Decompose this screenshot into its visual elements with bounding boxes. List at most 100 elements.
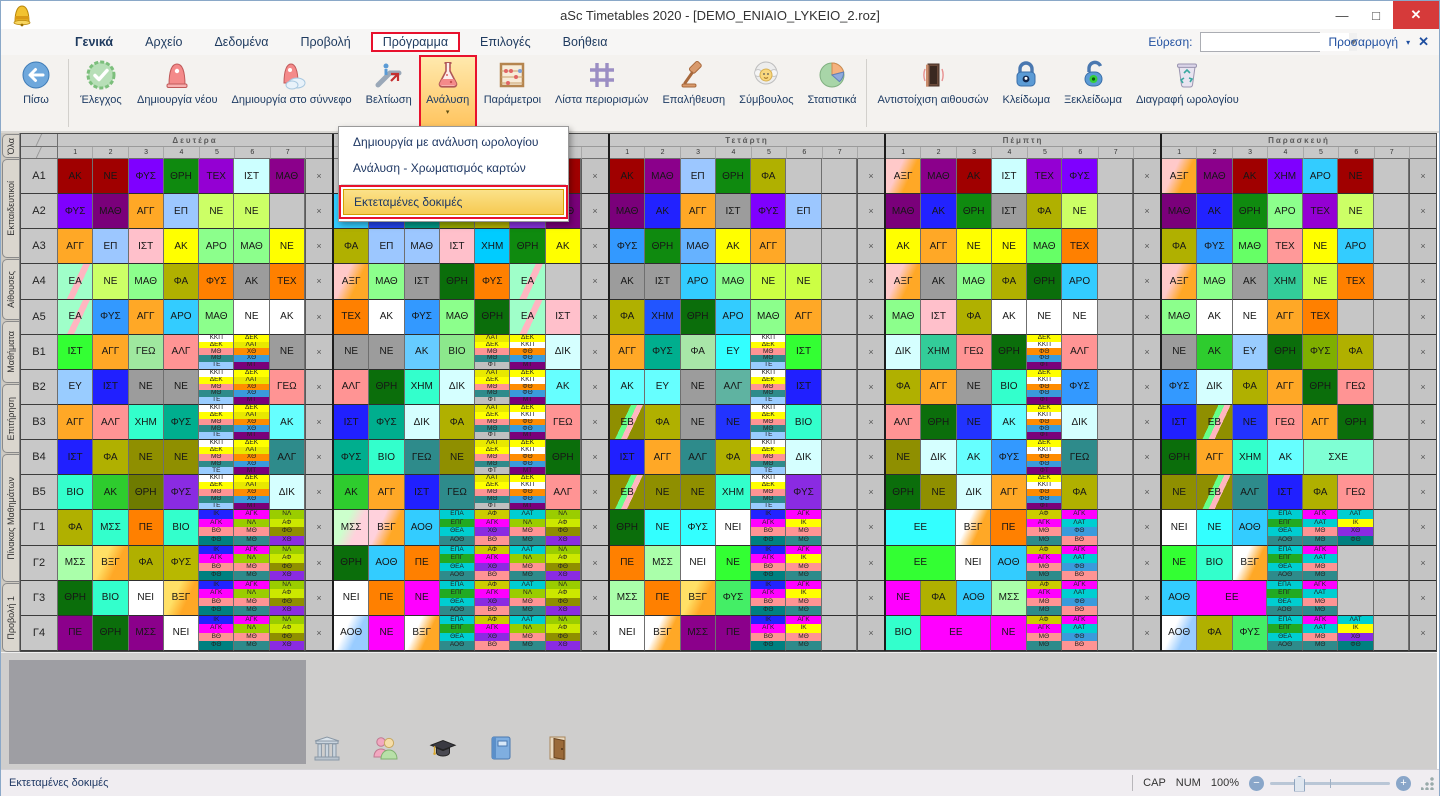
timetable-cell[interactable]: ΑΓΚΝΛΜΘΜΘ xyxy=(234,581,269,616)
ribbon-button-lock[interactable]: Κλείδωμα xyxy=(996,55,1058,131)
timetable-cell[interactable]: ΜΣΣ xyxy=(610,581,645,616)
timetable-cell[interactable] xyxy=(1374,159,1409,194)
timetable-cell[interactable]: ΦΥΣ xyxy=(405,300,440,335)
timetable-cell[interactable]: ΠΕ xyxy=(369,581,404,616)
timetable-cell[interactable]: ΙΚΑΓΚΒΘΦΘ xyxy=(751,581,786,616)
timetable-cell[interactable]: ΘΡΗ xyxy=(58,581,93,616)
timetable-cell[interactable] xyxy=(822,546,857,581)
timetable-cell[interactable]: ΦΑ xyxy=(129,546,164,581)
timetable-cell[interactable]: ΦΑ xyxy=(1233,370,1268,405)
timetable-cell[interactable]: ΧΗΜ xyxy=(129,405,164,440)
ribbon-button-verification[interactable]: Επαλήθευση xyxy=(655,55,732,131)
timetable-cell[interactable]: ΑΡΟ xyxy=(1338,229,1373,264)
timetable-cell[interactable]: ΘΡΗ xyxy=(1027,264,1062,299)
timetable-cell[interactable]: ΑΛΓ xyxy=(716,370,751,405)
timetable-cell[interactable]: ΑΛΓ xyxy=(546,475,581,510)
timetable-cell[interactable] xyxy=(1338,581,1373,616)
timetable-cell[interactable]: ΜΣΣ xyxy=(645,546,680,581)
timetable-cell[interactable]: ΝΕ xyxy=(1303,264,1338,299)
timetable-cell[interactable]: ΛΑΤΙΚΧΘΦΘ xyxy=(1338,616,1373,651)
timetable-cell[interactable]: ΑΓΓ xyxy=(129,194,164,229)
timetable-cell[interactable]: ΑΓΓ xyxy=(1197,440,1232,475)
timetable-cell[interactable]: ΙΚΑΓΚΒΘΦΘ xyxy=(199,546,234,581)
timetable-cell[interactable]: ΝΕΙ xyxy=(1162,510,1197,545)
timetable-cell[interactable]: ΝΕ xyxy=(405,581,440,616)
timetable-cell[interactable]: ΤΕΧ xyxy=(1062,229,1097,264)
timetable-cell[interactable]: ΝΕ xyxy=(1162,546,1197,581)
timetable-cell[interactable]: ΦΑ xyxy=(645,405,680,440)
timetable-cell[interactable]: ΝΕ xyxy=(921,475,956,510)
timetable-cell[interactable]: ΛΑΤΝΛΜΘΜΘ xyxy=(510,546,545,581)
timetable-cell[interactable]: ΔΙΚ xyxy=(886,335,921,370)
timetable-cell[interactable]: ΔΕΚΛΑΤΧΘΧΘΜΤ xyxy=(234,335,269,370)
side-tab-2[interactable]: Εκπαιδευτικοί xyxy=(2,159,19,258)
customize-caret-icon[interactable]: ▾ xyxy=(1406,38,1410,47)
timetable-cell[interactable]: ΦΥΣ xyxy=(751,194,786,229)
timetable-cell[interactable]: ΦΥΣ xyxy=(610,229,645,264)
timetable-cell[interactable] xyxy=(822,370,857,405)
timetable-cell[interactable]: ΑΚ xyxy=(610,264,645,299)
timetable-cell[interactable]: ΝΛΑΦΦΘΧΘ xyxy=(270,546,305,581)
timetable-cell[interactable]: ΕΠΑΕΠΓΘΕΑΑΟΘ xyxy=(440,581,475,616)
timetable-cell[interactable]: ΒΙΟ xyxy=(93,581,128,616)
clear-day-cell[interactable]: × xyxy=(1133,510,1160,545)
ribbon-button-constraints-list[interactable]: Λίστα περιορισμών xyxy=(548,55,655,131)
timetable-cell[interactable]: ΚΚΠΔΕΚΜΘΜΘΤΕ xyxy=(199,370,234,405)
clear-day-cell[interactable]: × xyxy=(581,510,608,545)
timetable-cell[interactable]: ΧΗΜ xyxy=(1268,159,1303,194)
menu-item-extended-tests[interactable]: Εκτεταμένες δοκιμές xyxy=(343,189,564,215)
timetable-cell[interactable]: ΠΕ xyxy=(991,510,1026,545)
timetable-cell[interactable]: ΦΥΣ xyxy=(164,475,199,510)
timetable-cell[interactable]: ΙΣΤ xyxy=(234,159,269,194)
timetable-cell[interactable]: ΑΦΑΓΚΜΘΜΘ xyxy=(1027,581,1062,616)
timetable-cell[interactable]: ΓΕΩ xyxy=(270,370,305,405)
timetable-cell[interactable]: ΙΣΤ xyxy=(405,475,440,510)
timetable-cell[interactable]: ΔΕΚΚΚΠΦΘΦΘΦΤ xyxy=(1027,440,1062,475)
timetable-cell[interactable]: ΝΕ xyxy=(681,405,716,440)
timetable-cell[interactable]: ΝΛΑΦΦΘΧΘ xyxy=(546,616,581,651)
clear-day-cell[interactable]: × xyxy=(1409,581,1436,616)
timetable-cell[interactable]: ΒΞΓ xyxy=(681,581,716,616)
timetable-cell[interactable]: ΑΓΚΛΑΤΜΘΜΘ xyxy=(1303,510,1338,545)
timetable-cell[interactable]: ΝΛΑΦΦΘΧΘ xyxy=(270,510,305,545)
timetable-cell[interactable]: ΝΕ xyxy=(681,370,716,405)
clear-day-cell[interactable]: × xyxy=(1133,405,1160,440)
clear-day-cell[interactable]: × xyxy=(1409,335,1436,370)
timetable-cell[interactable]: ΑΚ xyxy=(334,475,369,510)
timetable-cell[interactable]: ΚΚΠΔΕΚΜΘΜΘΤΕ xyxy=(199,405,234,440)
timetable-cell[interactable]: ΔΕΚΚΚΠΦΘΦΘΦΤ xyxy=(1027,405,1062,440)
timetable-cell[interactable]: ΕΥ xyxy=(716,335,751,370)
timetable-cell[interactable]: ΜΑΘ xyxy=(405,229,440,264)
timetable-cell[interactable]: ΜΑΘ xyxy=(1162,194,1197,229)
timetable-cell[interactable]: ΦΥΣ xyxy=(1062,159,1097,194)
timetable-cell[interactable]: ΕΠ xyxy=(786,194,821,229)
timetable-cell[interactable]: ΓΕΩ xyxy=(440,475,475,510)
timetable-cell[interactable]: ΦΑ xyxy=(886,370,921,405)
timetable-cell[interactable]: ΑΓΚΛΑΤΦΘΒΘ xyxy=(1062,510,1097,545)
timetable-cell[interactable]: ΧΗΜ xyxy=(645,300,680,335)
timetable-cell[interactable] xyxy=(1098,300,1133,335)
timetable-cell[interactable]: ΘΡΗ xyxy=(510,229,545,264)
timetable-cell[interactable] xyxy=(822,581,857,616)
timetable-cell[interactable]: ΕΒ xyxy=(1197,475,1232,510)
side-tab-1[interactable]: Όλα xyxy=(2,134,19,158)
timetable-cell[interactable]: ΛΑΤΝΛΜΘΜΘ xyxy=(510,581,545,616)
timetable-cell[interactable]: ΛΑΤΔΕΚΜΘΜΘΦΤ xyxy=(475,335,510,370)
timetable-cell[interactable]: ΙΣΤ xyxy=(786,370,821,405)
timetable-cell[interactable]: ΑΚ xyxy=(270,405,305,440)
timetable-cell[interactable]: ΑΚ xyxy=(93,475,128,510)
timetable-cell[interactable]: ΕΑ xyxy=(510,264,545,299)
timetable-cell[interactable]: ΜΑΘ xyxy=(234,229,269,264)
timetable-cell[interactable] xyxy=(1374,335,1409,370)
timetable-cell[interactable]: ΝΛΑΦΦΘΧΘ xyxy=(270,616,305,651)
clear-day-cell[interactable]: × xyxy=(581,194,608,229)
clear-day-cell[interactable]: × xyxy=(305,510,332,545)
timetable-cell[interactable]: ΦΑ xyxy=(1027,194,1062,229)
timetable-cell[interactable]: ΑΚ xyxy=(1233,264,1268,299)
timetable-cell[interactable]: ΑΚ xyxy=(1197,335,1232,370)
timetable-cell[interactable]: ΘΡΗ xyxy=(957,194,992,229)
clear-day-cell[interactable]: × xyxy=(857,440,884,475)
timetable-cell[interactable]: ΑΞΓ xyxy=(886,159,921,194)
timetable-cell[interactable]: ΒΞΓ xyxy=(369,510,404,545)
timetable-cell[interactable]: ΜΑΘ xyxy=(645,159,680,194)
